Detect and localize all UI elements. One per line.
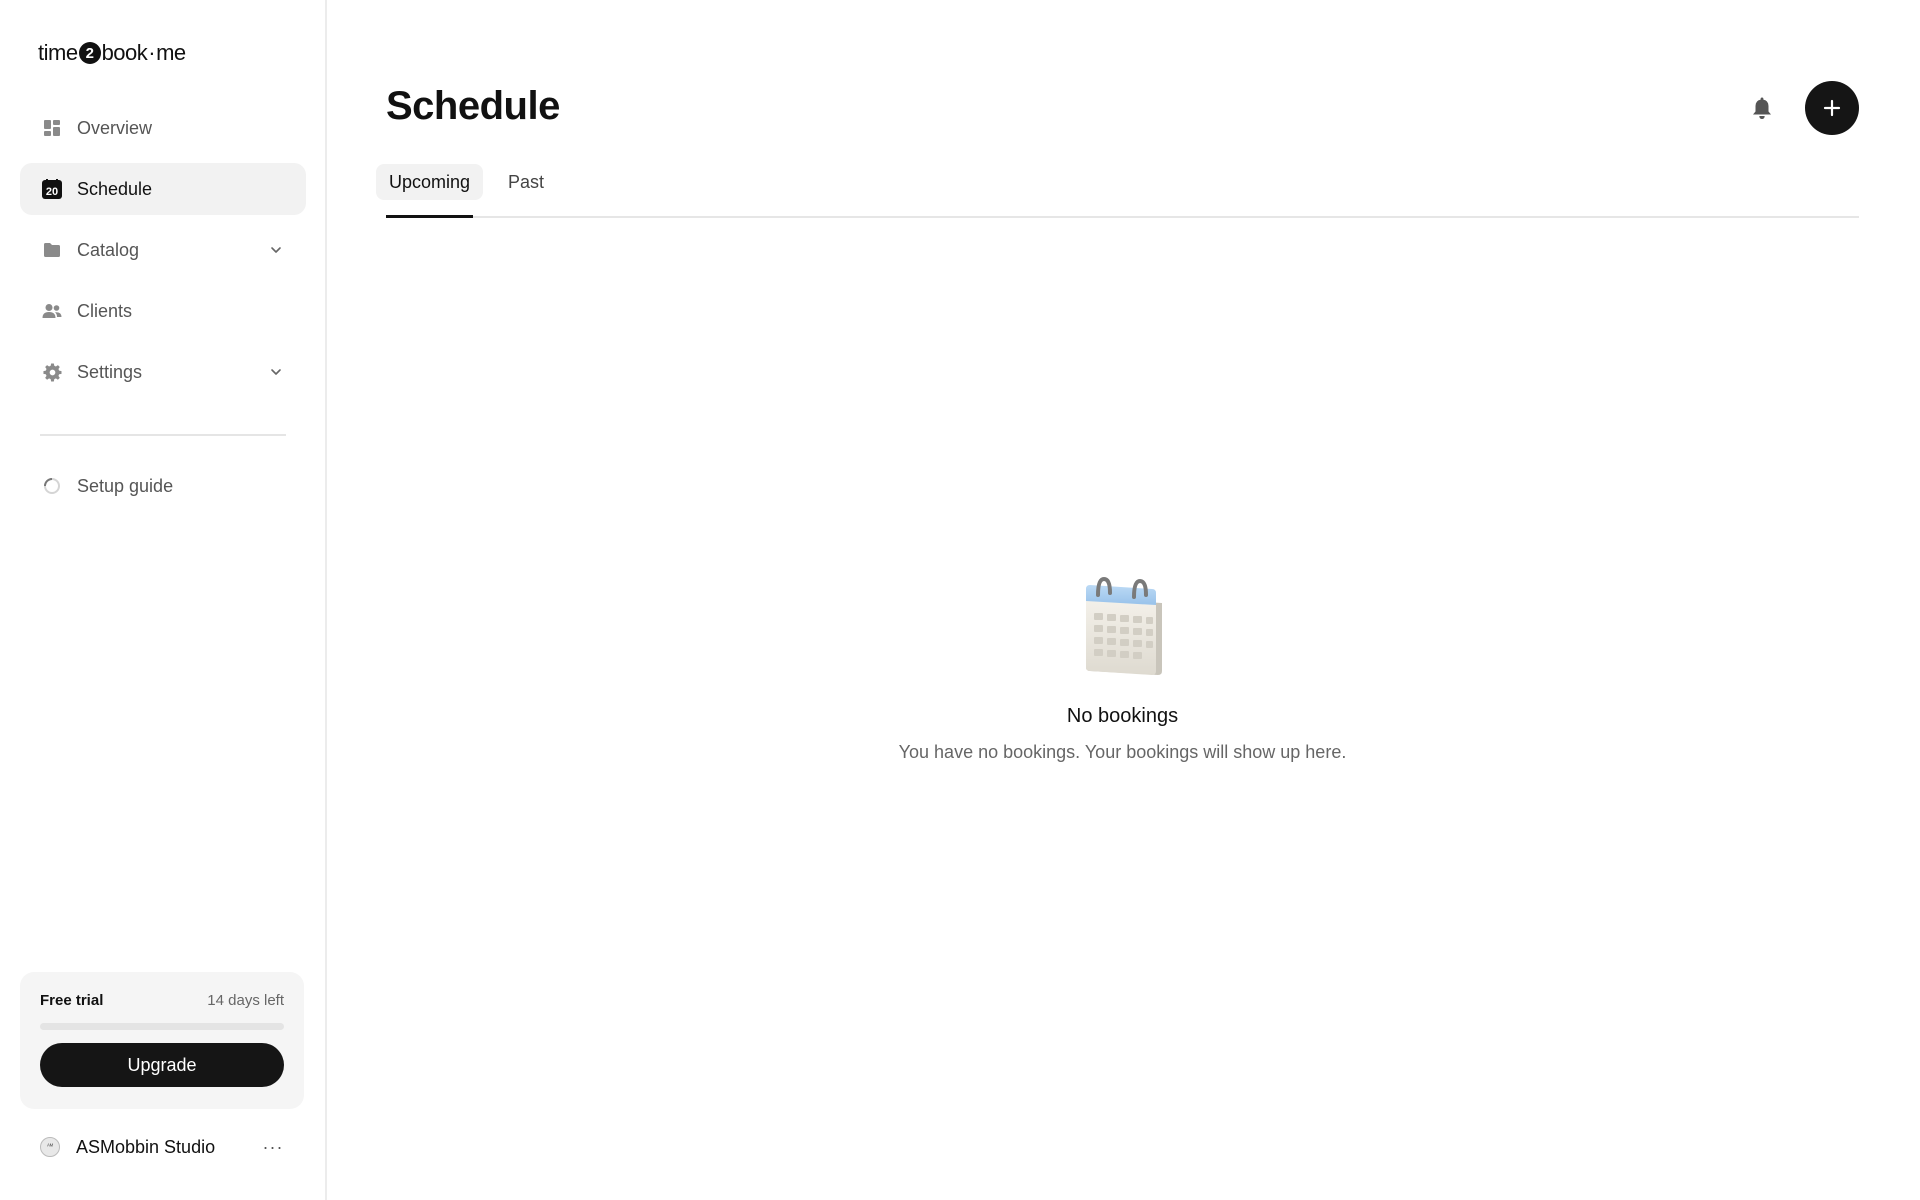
main-content: Schedule Upcoming Past No bookings You h…: [329, 0, 1920, 1200]
gear-icon: [42, 362, 62, 382]
chevron-down-icon[interactable]: [268, 364, 284, 380]
sidebar-item-schedule[interactable]: 20 Schedule: [20, 163, 306, 215]
trial-progress-bar: [40, 1023, 284, 1030]
calendar-day-number: 20: [46, 186, 58, 198]
schedule-tabs: Upcoming Past: [376, 164, 1859, 218]
trial-info-row: Free trial 14 days left: [40, 992, 284, 1009]
account-menu[interactable]: ᴬᴹ ASMobbin Studio ···: [40, 1134, 286, 1160]
folder-icon: [42, 240, 62, 260]
free-trial-card: Free trial 14 days left Upgrade: [20, 972, 304, 1109]
sidebar-item-label: Catalog: [77, 239, 140, 260]
sidebar-item-label: Setup guide: [77, 475, 174, 496]
active-tab-indicator: [386, 215, 473, 218]
sidebar-item-label: Overview: [77, 117, 153, 138]
logo-dot: ·: [148, 40, 156, 65]
logo-text-time: time: [38, 40, 78, 65]
logo-text-book: book: [101, 40, 148, 65]
tab-upcoming[interactable]: Upcoming: [376, 164, 483, 200]
empty-state: No bookings You have no bookings. Your b…: [329, 575, 1916, 763]
sidebar-item-clients[interactable]: Clients: [20, 285, 306, 337]
sidebar-item-overview[interactable]: Overview: [20, 102, 306, 154]
sidebar-item-label: Schedule: [77, 178, 153, 199]
sidebar-item-catalog[interactable]: Catalog: [20, 224, 306, 276]
sidebar-item-label: Settings: [77, 361, 143, 382]
people-icon: [42, 301, 62, 321]
logo-mark: 2: [78, 42, 101, 64]
logo-text-me: me: [156, 40, 186, 65]
calendar-illustration: [1085, 576, 1162, 675]
trial-days-left: 14 days left: [207, 992, 284, 1009]
tab-past[interactable]: Past: [500, 164, 552, 200]
trial-label: Free trial: [40, 992, 104, 1009]
upgrade-button[interactable]: Upgrade: [40, 1043, 284, 1087]
progress-ring-icon: [42, 476, 62, 496]
dashboard-icon: [42, 118, 62, 138]
sidebar: time 2 book · me Overview 20 Schedule Ca…: [0, 0, 327, 1200]
sidebar-item-setup-guide[interactable]: Setup guide: [20, 460, 306, 512]
sidebar-nav: Overview 20 Schedule Catalog Clients Set…: [20, 102, 306, 521]
account-name: ASMobbin Studio: [76, 1136, 216, 1157]
app-logo[interactable]: time 2 book · me: [38, 40, 186, 66]
avatar: ᴬᴹ: [40, 1137, 60, 1157]
add-booking-button[interactable]: [1805, 81, 1859, 135]
calendar-day-icon: 20: [42, 179, 62, 199]
empty-state-text: You have no bookings. Your bookings will…: [898, 742, 1347, 762]
page-title: Schedule: [386, 84, 560, 128]
more-options-button[interactable]: ···: [260, 1134, 286, 1160]
empty-state-title: No bookings: [1066, 705, 1179, 727]
notifications-button[interactable]: [1748, 94, 1776, 122]
sidebar-divider: [40, 434, 286, 436]
sidebar-item-label: Clients: [77, 300, 133, 321]
bell-icon: [1753, 97, 1771, 119]
sidebar-item-settings[interactable]: Settings: [20, 346, 306, 398]
plus-icon: [1823, 99, 1841, 117]
chevron-down-icon[interactable]: [268, 242, 284, 258]
